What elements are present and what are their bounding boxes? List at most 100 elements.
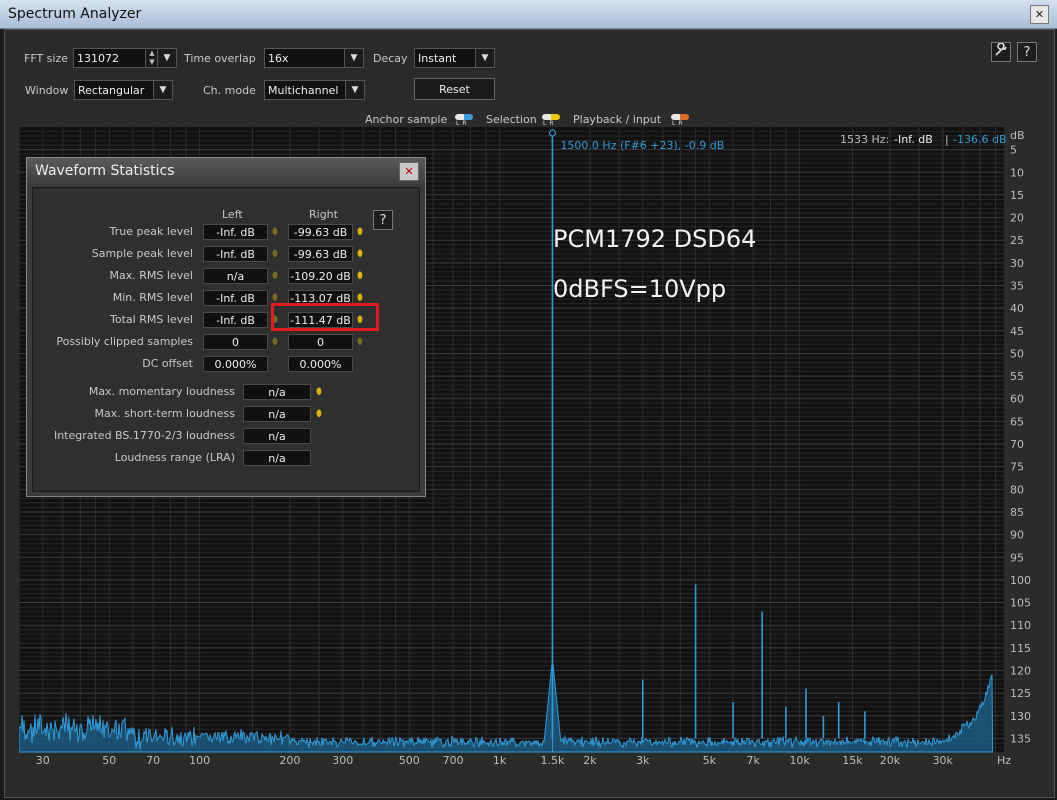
y-tick-label: 60 — [1010, 393, 1024, 406]
loudness-label: Integrated BS.1770-2/3 loudness — [53, 429, 235, 442]
loudness-value: n/a — [243, 406, 311, 422]
y-tick-label: 100 — [1010, 574, 1031, 587]
stat-label: Min. RMS level — [112, 291, 193, 304]
stat-label: Total RMS level — [110, 313, 193, 326]
loudness-label: Max. short-term loudness — [94, 407, 235, 420]
title-bar: Spectrum Analyzer ✕ — [0, 0, 1057, 29]
time-overlap-value: 16x — [268, 52, 289, 65]
anchor-sample-label: Anchor sample — [365, 113, 448, 126]
locate-pin-icon[interactable]: ⬮ — [356, 271, 364, 281]
x-tick-label: 30 — [36, 754, 50, 767]
y-tick-label: 70 — [1010, 438, 1024, 451]
y-tick-label: 50 — [1010, 347, 1024, 360]
lr-text: LR — [672, 120, 686, 127]
x-tick-label: 20k — [880, 754, 901, 767]
y-unit-label: dB — [1010, 129, 1025, 142]
y-tick-label: 80 — [1010, 483, 1024, 496]
x-tick-label: 500 — [399, 754, 420, 767]
lr-text: LR — [456, 120, 470, 127]
stat-left-value: n/a — [203, 268, 268, 284]
y-tick-label: 130 — [1010, 710, 1031, 723]
locate-pin-icon[interactable]: ⬮ — [271, 249, 279, 259]
locate-pin-icon[interactable]: ⬮ — [271, 293, 279, 303]
locate-pin-icon[interactable]: ⬮ — [271, 227, 279, 237]
time-overlap-select[interactable]: 16x ▼ — [264, 48, 364, 68]
stat-left-value: 0 — [203, 334, 268, 350]
locate-pin-icon[interactable]: ⬮ — [356, 249, 364, 259]
locate-pin-icon[interactable]: ⬮ — [271, 337, 279, 347]
ch-mode-value: Multichannel — [268, 84, 339, 97]
y-tick-label: 115 — [1010, 642, 1031, 655]
x-tick-label: 10k — [789, 754, 810, 767]
locate-pin-icon[interactable]: ⬮ — [356, 293, 364, 303]
y-tick-label: 40 — [1010, 302, 1024, 315]
fft-size-field[interactable]: 131072 ▲ ▼ ▼ — [73, 48, 177, 68]
cursor-left-readout: -Inf. dB — [894, 133, 933, 146]
y-tick-label: 25 — [1010, 234, 1024, 247]
decay-select[interactable]: Instant ▼ — [414, 48, 495, 68]
x-tick-label: 100 — [189, 754, 210, 767]
playback-input-label: Playback / input — [573, 113, 662, 126]
ch-mode-select[interactable]: Multichannel ▼ — [264, 80, 365, 100]
locate-pin-icon[interactable]: ⬮ — [315, 387, 323, 397]
stat-left-value: -Inf. dB — [203, 312, 268, 328]
x-tick-label: 300 — [332, 754, 353, 767]
window-select[interactable]: Rectangular ▼ — [74, 80, 173, 100]
selection-swatch: LR — [542, 114, 562, 127]
reset-button[interactable]: Reset — [414, 78, 495, 100]
dialog-body: Left Right ? True peak level -Inf. dB -99.… — [32, 187, 420, 492]
overlay-level-text: 0dBFS=10Vpp — [553, 275, 727, 303]
stat-label: True peak level — [109, 225, 193, 238]
dialog-help-button[interactable]: ? — [373, 210, 393, 230]
wrench-icon[interactable] — [991, 42, 1011, 62]
locate-pin-icon[interactable]: ⬮ — [315, 409, 323, 419]
x-tick-label: 7k — [746, 754, 760, 767]
y-tick-label: 10 — [1010, 166, 1024, 179]
fft-size-value: 131072 — [77, 52, 119, 65]
time-overlap-label: Time overlap — [184, 52, 256, 65]
y-tick-label: 45 — [1010, 325, 1024, 338]
x-unit-label: Hz — [997, 754, 1011, 767]
y-tick-label: 135 — [1010, 732, 1031, 745]
y-tick-label: 5 — [1010, 144, 1017, 157]
y-tick-label: 110 — [1010, 619, 1031, 632]
stat-label: Possibly clipped samples — [56, 335, 193, 348]
y-tick-label: 35 — [1010, 280, 1024, 293]
y-tick-label: 105 — [1010, 597, 1031, 610]
stat-right-value: 0.000% — [288, 356, 353, 372]
chevron-down-icon[interactable]: ▼ — [475, 49, 494, 67]
chevron-down-icon[interactable]: ▼ — [344, 49, 363, 67]
marker-handle[interactable] — [548, 129, 557, 137]
chevron-down-icon[interactable]: ▼ — [157, 49, 176, 67]
x-tick-label: 1.5k — [541, 754, 565, 767]
y-tick-label: 95 — [1010, 551, 1024, 564]
dialog-close-button[interactable]: ✕ — [399, 162, 419, 181]
chevron-down-icon[interactable]: ▼ — [345, 81, 364, 99]
locate-pin-icon[interactable]: ⬮ — [356, 337, 364, 347]
dialog-title-bar[interactable]: Waveform Statistics ✕ — [27, 158, 425, 184]
locate-pin-icon[interactable]: ⬮ — [271, 271, 279, 281]
x-tick-label: 30k — [933, 754, 954, 767]
loudness-label: Max. momentary loudness — [88, 385, 235, 398]
cursor-separator: | — [945, 133, 949, 146]
x-tick-label: 1k — [493, 754, 507, 767]
x-tick-label: 3k — [636, 754, 650, 767]
window-title: Spectrum Analyzer — [8, 6, 142, 22]
window-label: Window — [25, 84, 69, 97]
x-tick-label: 5k — [703, 754, 717, 767]
chevron-down-icon[interactable]: ▼ — [153, 81, 172, 99]
column-right-header: Right — [309, 208, 338, 221]
loudness-value: n/a — [243, 450, 311, 466]
stat-label: Sample peak level — [91, 247, 193, 260]
help-button[interactable]: ? — [1017, 42, 1037, 62]
y-tick-label: 90 — [1010, 529, 1024, 542]
selection-label: Selection — [486, 113, 537, 126]
y-tick-label: 65 — [1010, 415, 1024, 428]
stat-left-value: -Inf. dB — [203, 246, 268, 262]
window-close-button[interactable]: ✕ — [1030, 5, 1049, 24]
stat-right-value: 0 — [288, 334, 353, 350]
x-tick-label: 200 — [279, 754, 300, 767]
stat-label: DC offset — [142, 357, 193, 370]
x-tick-label: 2k — [583, 754, 597, 767]
locate-pin-icon[interactable]: ⬮ — [356, 227, 364, 237]
